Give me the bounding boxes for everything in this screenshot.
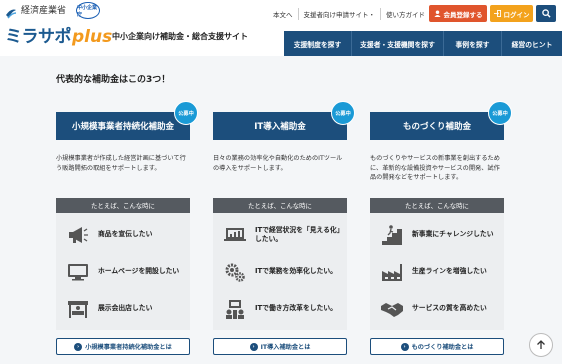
example-header: たとえば、こんな時に [56, 198, 190, 213]
monitor-icon [68, 264, 88, 281]
arrow-right-icon: › [400, 342, 409, 351]
login-label: ログイン [503, 10, 530, 19]
logo-plus-text: plus [72, 27, 113, 47]
nav-find-cases[interactable]: 事例を探す [444, 31, 502, 56]
example-text: サービスの質を高めたい [412, 304, 487, 313]
logo-main-text: ミラサポ [5, 27, 72, 47]
factory-icon [382, 264, 402, 281]
card-detail-link[interactable]: › IT導入補助金とは [213, 338, 347, 355]
search-button[interactable] [536, 5, 556, 22]
card-description: ものづくりやサービスの新事業を創出するために、革新的な設備投資やサービスの開発、… [370, 155, 500, 182]
arrow-right-icon: › [74, 342, 83, 351]
card-detail-link[interactable]: › 小規模事業者持続化補助金とは [56, 338, 190, 355]
example-box: たとえば、こんな時に ITで経営状況を「見える化」したい。 ITで業務を効率化し… [213, 198, 347, 330]
arrow-up-icon [537, 340, 545, 349]
laptop-chart-icon [224, 228, 246, 241]
example-text: ホームページを開設したい [98, 267, 180, 276]
supporter-site-link[interactable]: 支援者向け申請サイト・ [299, 8, 381, 20]
nav-management-tips[interactable]: 経営のヒント [502, 31, 562, 56]
example-item: 展示会出店したい [66, 294, 186, 324]
meti-mark-icon [5, 4, 17, 18]
section-title: 代表的な補助金はこの3つ！ [56, 75, 171, 85]
subsidy-card-jizokuka: 小規模事業者持続化補助金 公募中 小規模事業者が作成した経営計画に基づいて行う販… [56, 101, 198, 355]
example-text: ITで働き方改革をしたい。 [255, 304, 337, 313]
sme-agency-badge[interactable]: 中小企業庁 [76, 2, 100, 19]
example-item: ホームページを開設したい [66, 257, 186, 287]
workplace-icon [226, 300, 244, 319]
subsidy-card-it: IT導入補助金 公募中 日々の業務の効率化や自動化のためのITツールの導入をサポ… [213, 101, 355, 355]
example-item: 新事業にチャレンジしたい [380, 220, 500, 250]
register-label: 会員登録する [443, 10, 483, 19]
example-text: ITで業務を効率化したい。 [255, 267, 337, 276]
example-box: たとえば、こんな時に 新事業にチャレンジしたい 生産ラインを増強したい サービス… [370, 198, 504, 330]
card-link-text: IT導入補助金とは [260, 344, 311, 351]
login-icon [493, 10, 501, 17]
example-text: 商品を宣伝したい [98, 230, 153, 239]
example-text: 展示会出店したい [98, 304, 153, 313]
card-title-text: IT導入補助金 [254, 122, 306, 132]
meti-logo[interactable]: 経済産業省 [5, 3, 67, 18]
gears-icon [225, 263, 245, 282]
login-button[interactable]: ログイン [490, 5, 533, 22]
card-description: 日々の業務の効率化や自動化のためのITツールの導入をサポートします。 [213, 155, 343, 172]
example-item: 生産ラインを増強したい [380, 257, 500, 287]
ministry-name: 経済産業省 [21, 6, 67, 16]
card-detail-link[interactable]: › ものづくり補助金とは [370, 338, 504, 355]
example-header: たとえば、こんな時に [370, 198, 504, 213]
skip-to-content-link[interactable]: 本文へ [268, 8, 299, 20]
back-to-top-button[interactable] [529, 333, 553, 357]
card-title[interactable]: ものづくり補助金 公募中 [370, 101, 512, 140]
handshake-icon [381, 303, 403, 317]
nav-find-supporters[interactable]: 支援者・支援機関を探す [352, 31, 444, 56]
example-text: 生産ラインを増強したい [412, 267, 487, 276]
subsidy-card-monodukuri: ものづくり補助金 公募中 ものづくりやサービスの新事業を創出するために、革新的な… [370, 101, 512, 355]
card-description: 小規模事業者が作成した経営計画に基づいて行う販路開拓の取組をサポートします。 [56, 155, 186, 172]
mirasapo-logo[interactable]: ミラサポ plus [5, 22, 112, 47]
site-tagline: 中小企業向け補助金・総合支援サイト [112, 32, 248, 41]
card-title[interactable]: IT導入補助金 公募中 [213, 101, 355, 140]
open-call-badge: 公募中 [174, 101, 198, 125]
example-box: たとえば、こんな時に 商品を宣伝したい ホームページを開設したい 展示会出店した… [56, 198, 190, 330]
register-button[interactable]: 会員登録する [429, 5, 487, 22]
search-icon [541, 9, 551, 18]
example-item: ITで経営状況を「見える化」したい。 [223, 220, 343, 250]
card-title[interactable]: 小規模事業者持続化補助金 公募中 [56, 101, 198, 140]
user-icon [433, 10, 441, 17]
example-header: たとえば、こんな時に [213, 198, 347, 213]
example-item: ITで業務を効率化したい。 [223, 257, 343, 287]
booth-icon [68, 301, 88, 318]
top-utility-nav: 本文へ 支援者向け申請サイト・ 使い方ガイド [268, 4, 430, 24]
example-item: サービスの質を高めたい [380, 294, 500, 324]
card-link-text: 小規模事業者持続化補助金とは [85, 344, 172, 351]
usage-guide-link[interactable]: 使い方ガイド [381, 8, 430, 20]
nav-find-programs[interactable]: 支援制度を探す [284, 31, 352, 56]
arrow-right-icon: › [249, 342, 258, 351]
stairs-climber-icon [382, 225, 402, 245]
open-call-badge: 公募中 [331, 101, 355, 125]
example-text: ITで経営状況を「見える化」したい。 [255, 225, 341, 243]
card-link-text: ものづくり補助金とは [411, 344, 474, 351]
card-title-text: ものづくり補助金 [402, 122, 471, 132]
site-header: 経済産業省 中小企業庁 ミラサポ plus 中小企業向け補助金・総合支援サイト … [0, 0, 562, 56]
example-item: 商品を宣伝したい [66, 220, 186, 250]
example-text: 新事業にチャレンジしたい [412, 230, 494, 239]
open-call-badge: 公募中 [488, 101, 512, 125]
megaphone-icon [69, 227, 88, 243]
card-title-text: 小規模事業者持続化補助金 [71, 122, 174, 132]
main-nav: 支援制度を探す 支援者・支援機関を探す 事例を探す 経営のヒント [284, 31, 562, 56]
example-item: ITで働き方改革をしたい。 [223, 294, 343, 324]
